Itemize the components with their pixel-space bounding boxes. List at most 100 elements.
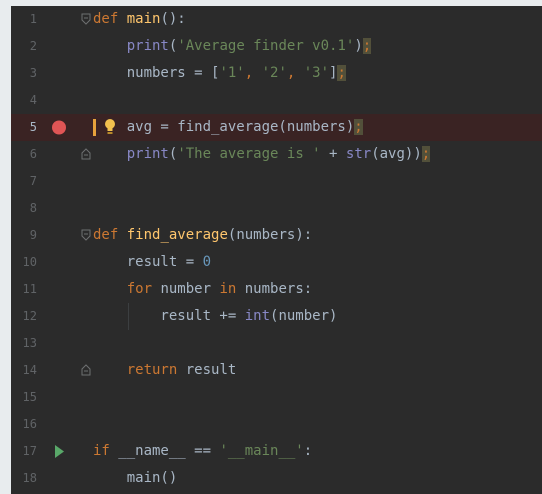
code-text[interactable]: for number in numbers: bbox=[93, 276, 312, 303]
code-line-1[interactable]: 1 def main(): bbox=[11, 6, 542, 33]
code-line-9[interactable]: 9 def find_average(numbers): bbox=[11, 222, 542, 249]
code-line-10[interactable]: 10 result = 0 bbox=[11, 249, 542, 276]
line-number[interactable]: 5 bbox=[11, 114, 37, 141]
code-line-4[interactable]: 4 bbox=[11, 87, 542, 114]
semicolon: ; bbox=[421, 146, 431, 162]
code-line-11[interactable]: 11 for number in numbers: bbox=[11, 276, 542, 303]
code-line-15[interactable]: 15 bbox=[11, 384, 542, 411]
number: 0 bbox=[202, 254, 212, 270]
comma: , bbox=[244, 65, 262, 81]
code-text[interactable]: result += int(number) bbox=[93, 303, 337, 330]
line-number[interactable]: 14 bbox=[11, 357, 37, 384]
comma: , bbox=[286, 65, 304, 81]
semicolon: ; bbox=[354, 119, 363, 135]
code-plain: numbers = [ bbox=[93, 65, 220, 81]
line-number[interactable]: 12 bbox=[11, 303, 37, 330]
code-text[interactable]: result = 0 bbox=[93, 249, 211, 276]
line-number[interactable]: 17 bbox=[11, 438, 37, 465]
code-line-18[interactable]: 18 main() bbox=[11, 465, 542, 492]
builtin: print bbox=[126, 38, 169, 54]
string: '2' bbox=[261, 65, 287, 81]
string: 'Average finder v0.1' bbox=[177, 38, 355, 54]
builtin: int bbox=[244, 308, 271, 324]
run-arrow-icon[interactable] bbox=[51, 438, 67, 465]
builtin: print bbox=[126, 146, 169, 162]
semicolon: ; bbox=[337, 65, 346, 81]
fold-icon[interactable] bbox=[81, 13, 91, 25]
code-text[interactable]: if __name__ == '__main__': bbox=[93, 438, 312, 465]
code-line-3[interactable]: 3 numbers = ['1', '2', '3']; bbox=[11, 60, 542, 87]
line-number[interactable]: 7 bbox=[11, 168, 37, 195]
code-plain: result = bbox=[93, 254, 203, 270]
line-number[interactable]: 10 bbox=[11, 249, 37, 276]
line-number[interactable]: 1 bbox=[11, 6, 37, 33]
code-text[interactable]: numbers = ['1', '2', '3']; bbox=[93, 60, 346, 87]
line-number[interactable]: 6 bbox=[11, 141, 37, 168]
code-line-5[interactable]: 5 avg = find_average(numbers); bbox=[11, 114, 542, 141]
line-number[interactable]: 13 bbox=[11, 330, 37, 357]
code-rest: (): bbox=[160, 11, 186, 27]
code-rest: : bbox=[303, 443, 313, 459]
function-name: main bbox=[126, 11, 161, 27]
breakpoint-icon[interactable] bbox=[51, 114, 67, 141]
code-text[interactable]: return result bbox=[93, 357, 237, 384]
code-plain: avg = find_average(numbers) bbox=[93, 119, 355, 135]
line-number[interactable]: 2 bbox=[11, 33, 37, 60]
code-rest: (avg)) bbox=[371, 146, 422, 162]
code-line-13[interactable]: 13 bbox=[11, 330, 542, 357]
function-name: find_average bbox=[126, 227, 228, 243]
keyword: def bbox=[93, 11, 119, 27]
semicolon: ; bbox=[362, 38, 372, 54]
string: '1' bbox=[219, 65, 245, 81]
keyword: in bbox=[219, 281, 237, 297]
code-text[interactable]: def find_average(numbers): bbox=[93, 222, 312, 249]
code-rest: (numbers): bbox=[227, 227, 313, 243]
line-number[interactable]: 18 bbox=[11, 465, 37, 492]
code-rest: numbers: bbox=[236, 281, 313, 297]
code-editor[interactable]: 1 def main(): 2 print('Average finder v0… bbox=[11, 6, 542, 494]
code-plain: number bbox=[152, 281, 220, 297]
fold-icon[interactable] bbox=[81, 148, 91, 160]
code-plain: __name__ == bbox=[109, 443, 220, 459]
line-number[interactable]: 8 bbox=[11, 195, 37, 222]
code-text[interactable]: avg = find_average(numbers); bbox=[93, 114, 363, 141]
line-number[interactable]: 3 bbox=[11, 60, 37, 87]
code-line-16[interactable]: 16 bbox=[11, 411, 542, 438]
operator: + bbox=[320, 146, 346, 162]
fold-icon[interactable] bbox=[81, 364, 91, 376]
fold-icon[interactable] bbox=[81, 229, 91, 241]
code-text[interactable]: main() bbox=[93, 465, 178, 492]
code-text[interactable]: def main(): bbox=[93, 6, 186, 33]
line-number[interactable]: 15 bbox=[11, 384, 37, 411]
string: 'The average is ' bbox=[177, 146, 321, 162]
code-plain: main() bbox=[93, 470, 178, 486]
line-number[interactable]: 16 bbox=[11, 411, 37, 438]
code-line-8[interactable]: 8 bbox=[11, 195, 542, 222]
code-line-7[interactable]: 7 bbox=[11, 168, 542, 195]
line-number[interactable]: 9 bbox=[11, 222, 37, 249]
line-number[interactable]: 4 bbox=[11, 87, 37, 114]
code-rest: result bbox=[177, 362, 237, 378]
keyword: if bbox=[93, 443, 110, 459]
paren: ) bbox=[354, 38, 363, 54]
string: '__main__' bbox=[219, 443, 304, 459]
code-text[interactable]: print('Average finder v0.1'); bbox=[93, 33, 372, 60]
builtin: str bbox=[345, 146, 372, 162]
line-number[interactable]: 11 bbox=[11, 276, 37, 303]
code-line-6[interactable]: 6 print('The average is ' + str(avg)); bbox=[11, 141, 542, 168]
code-line-14[interactable]: 14 return result bbox=[11, 357, 542, 384]
code-text[interactable]: print('The average is ' + str(avg)); bbox=[93, 141, 431, 168]
code-line-17[interactable]: 17 if __name__ == '__main__': bbox=[11, 438, 542, 465]
string: '3' bbox=[303, 65, 330, 81]
keyword: def bbox=[93, 227, 119, 243]
keyword: return bbox=[126, 362, 178, 378]
code-line-2[interactable]: 2 print('Average finder v0.1'); bbox=[11, 33, 542, 60]
code-rest: (number) bbox=[270, 308, 338, 324]
code-line-12[interactable]: 12 result += int(number) bbox=[11, 303, 542, 330]
code-plain: result += bbox=[93, 308, 245, 324]
